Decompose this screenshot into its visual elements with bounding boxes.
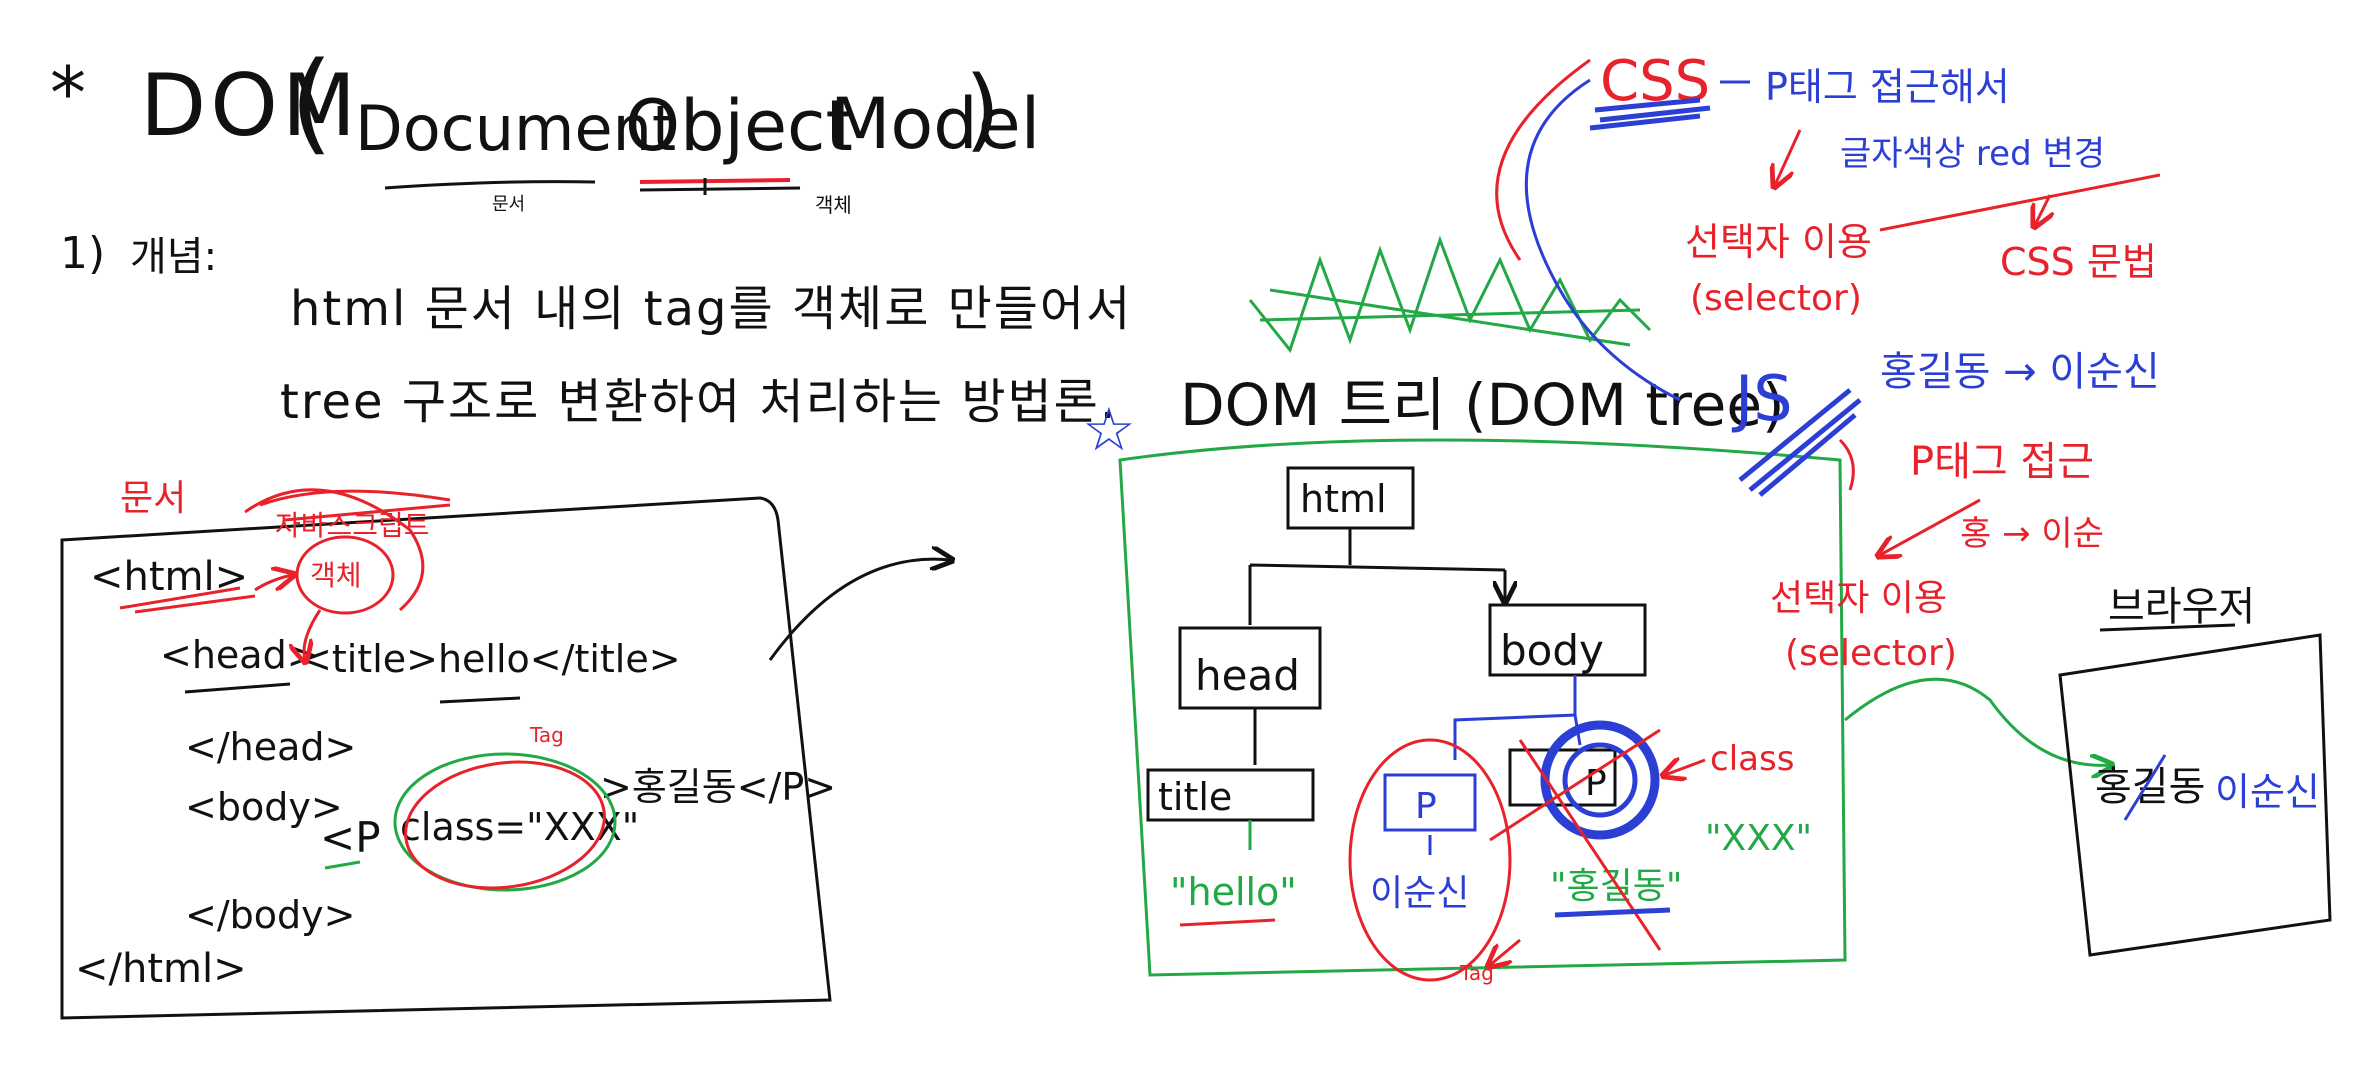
arrow-css-to-selector (1775, 129, 1802, 185)
selector-2b: (selector) (1785, 633, 1957, 674)
text-lee: 이순신 (1370, 873, 1469, 914)
document-underline (384, 180, 596, 190)
node-title-label: title (1158, 775, 1232, 819)
note-red-object: 객체 (310, 559, 362, 592)
head-underline (184, 682, 291, 694)
dom-tree-heading: DOM 트리 (DOM tree) (1180, 371, 1785, 439)
node-head-label: head (1195, 651, 1300, 700)
title-sub-document: 문서 (492, 194, 525, 215)
title-open-paren: ( (290, 38, 333, 166)
concept-number: 1) (60, 228, 105, 279)
node-p2-label: P (1585, 763, 1607, 804)
title-group: * DOM ( Document Object Model ) 문서 객체 (50, 38, 1040, 217)
note-red-small-tag: Tag (529, 723, 564, 747)
dom-tree-star: ☆ (1082, 395, 1136, 465)
edge-html-split (1248, 528, 1505, 625)
selector-1b: (selector) (1690, 278, 1862, 319)
selector-2: 선택자 이용 (1770, 578, 1947, 619)
result-strike-text: 홍길동 (2095, 764, 2205, 810)
code-line-head: <head> (160, 633, 319, 677)
title-close-paren: ) (965, 57, 1000, 162)
code-line-head-close: </head> (185, 725, 356, 769)
whiteboard-canvas: * DOM ( Document Object Model ) 문서 객체 1)… (50, 38, 2332, 1020)
selector-1: 선택자 이용 (1685, 220, 1872, 264)
p-underline-green (324, 860, 361, 870)
js-red-bracket (1838, 438, 1855, 491)
attr-class: class (1710, 739, 1794, 779)
object-underline-red (639, 178, 791, 184)
code-line-p-open: <P (320, 813, 381, 862)
title-sub-object: 객체 (815, 193, 852, 217)
concept-group: 1) 개념: html 문서 내의 tag를 객체로 만들어서 tree 구조로… (60, 228, 1132, 430)
hong-cross-red (1489, 728, 1662, 951)
small-red-tag: Tag (1459, 961, 1494, 985)
title-object: Object (625, 85, 853, 167)
css-blue-note-2: 글자색상 red 변경 (1840, 134, 2105, 174)
title-model: Model (830, 83, 1040, 165)
concept-label: 개념: (130, 234, 217, 280)
hello-underline-red (1179, 918, 1276, 927)
arrow-code-to-tree (768, 559, 950, 661)
css-red-strike (1879, 173, 2161, 232)
js-label: JS (1731, 362, 1793, 435)
code-line-body-close: </body> (185, 893, 355, 937)
result-new-text: 이순신 (2215, 770, 2320, 814)
arrow-class (1665, 760, 1706, 775)
code-line-title: <title>hello</title> (300, 637, 681, 681)
browser-label: 브라우저 (2108, 584, 2255, 630)
css-blue-note: P태그 접근해서 (1765, 65, 2010, 109)
js-red-note-2: 홍 → 이순 (1960, 514, 2104, 554)
node-p1-label: P (1415, 786, 1437, 827)
css-grammar: CSS 문법 (2000, 240, 2157, 284)
code-box-text: <html> <head> <title>hello</title> </hea… (75, 554, 836, 992)
code-line-p-close: >홍길동</P> (600, 765, 836, 809)
attr-value: "XXX" (1705, 818, 1812, 859)
code-line-html: <html> (90, 554, 248, 600)
arrow-html-to-object (254, 575, 292, 592)
concept-line-1: html 문서 내의 tag를 객체로 만들어서 (290, 281, 1132, 337)
node-body-label: body (1500, 626, 1604, 675)
hong-underline-blue (1554, 907, 1671, 918)
js-blue-note: 홍길동 → 이순신 (1880, 349, 2160, 395)
note-red-document: 문서 (120, 478, 186, 519)
concept-line-2: tree 구조로 변환하여 처리하는 방법론. (280, 374, 1117, 430)
arrow-red-to-tag (1490, 938, 1521, 965)
node-html-label: html (1300, 477, 1387, 521)
text-hello: "hello" (1170, 870, 1297, 914)
arrow-to-browser (1844, 677, 2110, 765)
title-star: * (50, 51, 86, 135)
code-line-html-close: </html> (75, 946, 247, 992)
js-red-note: P태그 접근 (1910, 439, 2094, 485)
hello-underline (439, 696, 521, 704)
